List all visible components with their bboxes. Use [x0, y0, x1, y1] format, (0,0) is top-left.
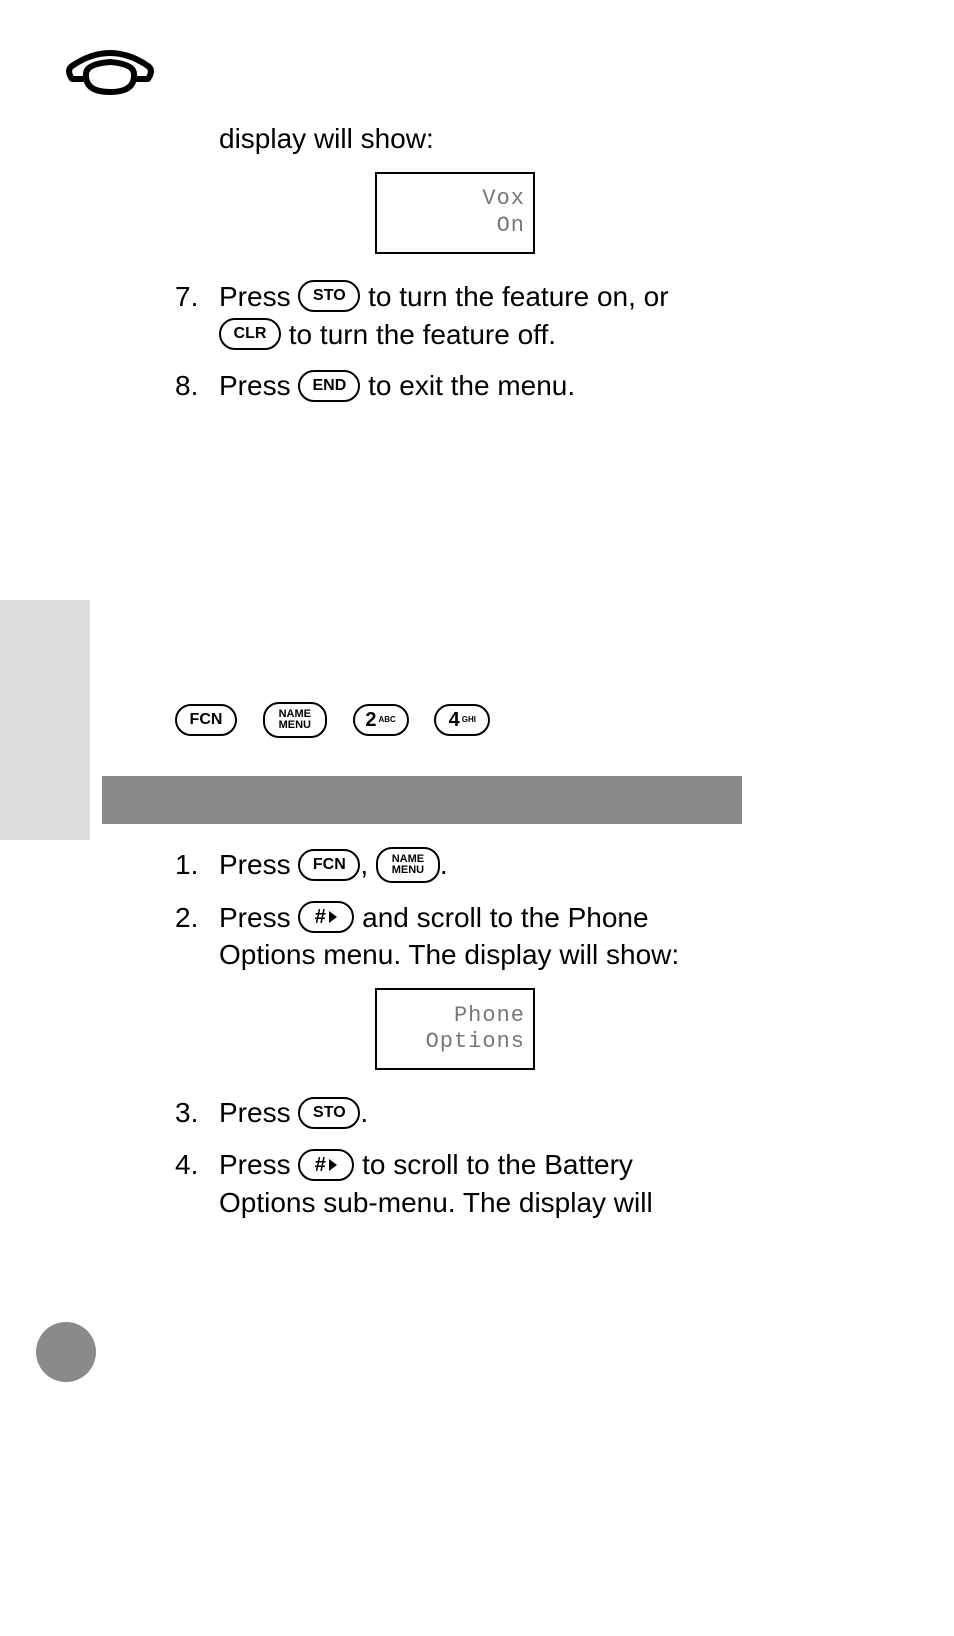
upper-instructions: display will show: Vox On 7. Press STO t… — [175, 120, 735, 740]
section-header-bar — [102, 776, 742, 824]
step-number: 1. — [175, 846, 219, 885]
lcd-line: Phone — [454, 1003, 525, 1029]
two-key-icon: 2ABC — [353, 704, 409, 736]
text: . — [360, 1097, 368, 1128]
text: to exit the menu. — [368, 370, 575, 401]
side-tab — [0, 600, 90, 840]
step-1: 1. Press FCN, NAME MENU . — [175, 846, 735, 885]
hash-forward-key-icon: # — [298, 901, 354, 933]
key-top: NAME — [392, 854, 424, 865]
step-number: 3. — [175, 1094, 219, 1132]
key-letters: ABC — [378, 716, 395, 723]
triangle-right-icon — [328, 910, 338, 924]
phone-handset-icon — [64, 46, 156, 105]
name-menu-key-icon: NAME MENU — [263, 702, 327, 738]
text: to turn the feature off. — [289, 319, 556, 350]
sto-key-icon: STO — [298, 280, 360, 312]
text: Press — [219, 902, 298, 933]
lcd-display-vox: Vox On — [375, 172, 535, 254]
shortcut-key-row: FCN NAME MENU 2ABC 4GHI — [175, 701, 735, 740]
end-key-icon: END — [298, 370, 360, 402]
step-number: 7. — [175, 278, 219, 354]
step-number: 4. — [175, 1146, 219, 1222]
key-letters: GHI — [462, 716, 476, 723]
triangle-right-icon — [328, 1158, 338, 1172]
page-number-dot — [36, 1322, 96, 1382]
lcd-line: Vox — [482, 186, 525, 212]
lower-instructions: 1. Press FCN, NAME MENU . 2. Press # and… — [175, 846, 735, 1236]
text: . — [440, 849, 448, 880]
intro-text: display will show: — [219, 120, 735, 158]
key-bottom: MENU — [279, 720, 311, 731]
step-8: 8. Press END to exit the menu. — [175, 367, 735, 405]
lcd-display-phone-options: Phone Options — [375, 988, 535, 1070]
key-bottom: MENU — [392, 865, 424, 876]
lcd-line: On — [497, 213, 525, 239]
key-digit: 2 — [365, 710, 376, 730]
sto-key-icon: STO — [298, 1097, 360, 1129]
text: Press — [219, 1149, 298, 1180]
key-hash: # — [315, 907, 326, 927]
hash-forward-key-icon: # — [298, 1149, 354, 1181]
text: to turn the feature on, or — [368, 281, 668, 312]
step-2: 2. Press # and scroll to the Phone Optio… — [175, 899, 735, 975]
step-3: 3. Press STO. — [175, 1094, 735, 1132]
text: Press — [219, 1097, 298, 1128]
step-4: 4. Press # to scroll to the Battery Opti… — [175, 1146, 735, 1222]
key-hash: # — [315, 1155, 326, 1175]
step-number: 8. — [175, 367, 219, 405]
four-key-icon: 4GHI — [434, 704, 490, 736]
step-7: 7. Press STO to turn the feature on, or … — [175, 278, 735, 354]
fcn-key-icon: FCN — [298, 849, 360, 881]
text: , — [360, 849, 376, 880]
text: Press — [219, 281, 298, 312]
clr-key-icon: CLR — [219, 318, 281, 350]
text: Press — [219, 849, 298, 880]
fcn-key-icon: FCN — [175, 704, 237, 736]
step-number: 2. — [175, 899, 219, 975]
key-digit: 4 — [449, 710, 460, 730]
text: Press — [219, 370, 298, 401]
name-menu-key-icon: NAME MENU — [376, 847, 440, 883]
lcd-line: Options — [426, 1029, 525, 1055]
